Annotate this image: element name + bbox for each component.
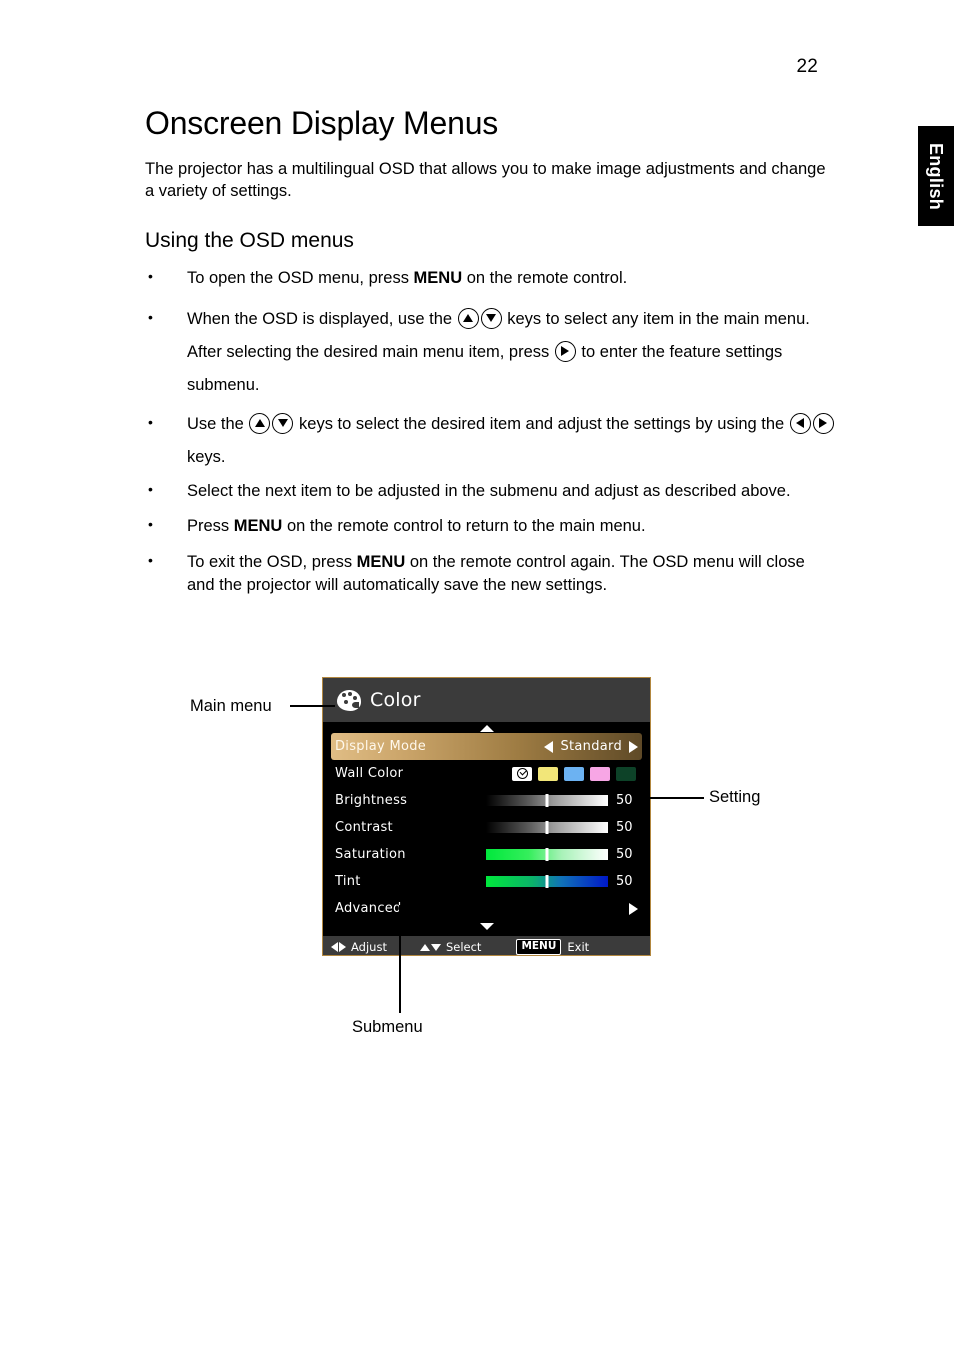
saturation-value: 50 [616,847,633,862]
menu-keyword: MENU [413,268,463,287]
osd-row-label: Display Mode [335,739,427,754]
bullet-text: To exit the OSD, press [187,553,357,572]
wall-color-yellow-swatch[interactable] [538,766,558,781]
osd-row-tint[interactable]: Tint 50 [331,868,642,895]
arrow-up-key-icon [249,412,271,434]
saturation-slider[interactable] [486,848,608,861]
osd-row-value: Standard [560,739,622,754]
instruction-list: To open the OSD menu, press MENU on the … [145,267,835,597]
page-title: Onscreen Display Menus [145,105,499,141]
enter-submenu-arrow-icon[interactable] [629,902,638,915]
osd-row-brightness[interactable]: Brightness 50 [331,787,642,814]
arrow-left-key-icon [789,412,811,434]
osd-row-label: Contrast [335,820,393,835]
list-item: Use the keys to select the desired item … [145,408,835,474]
arrow-right-key-icon [812,412,834,434]
list-item: When the OSD is displayed, use the keys … [145,303,835,402]
list-item: To open the OSD menu, press MENU on the … [145,267,835,290]
section-heading: Using the OSD menus [145,228,354,252]
callout-main-menu-leader [290,705,335,707]
footer-select-label: Select [445,940,482,954]
osd-row-label: Tint [335,874,361,889]
contrast-slider[interactable] [486,821,608,834]
menu-key-badge: MENU [516,939,562,955]
bullet-text: on the remote control to return to the m… [282,517,646,536]
callout-submenu-leader [399,905,401,1013]
increase-arrow-icon[interactable] [629,740,638,753]
up-down-arrows-icon [419,943,441,951]
article-content: Onscreen Display Menus The projector has… [145,105,835,610]
osd-menu-screenshot: Color Display Mode Standard Wall Color B… [322,677,651,956]
osd-row-label: Brightness [335,793,408,808]
wall-color-dark-green-swatch[interactable] [616,766,636,781]
bullet-text: To open the OSD menu, press [187,268,414,287]
osd-row-advanced[interactable]: Advanced [331,895,642,922]
wall-color-swatches [512,766,638,781]
footer-exit-label: Exit [567,939,590,954]
wall-color-pink-swatch[interactable] [590,766,610,781]
tint-value: 50 [616,874,633,889]
bullet-text: Use the [187,414,249,433]
bullet-text: When the OSD is displayed, use the [187,309,457,328]
callout-submenu-label: Submenu [352,1018,423,1036]
arrow-right-key-icon [554,340,576,362]
menu-keyword: MENU [233,517,283,536]
scroll-down-arrow-icon[interactable] [479,923,494,930]
osd-row-label: Wall Color [335,766,404,781]
contrast-value: 50 [616,820,633,835]
callout-setting-label: Setting [709,788,761,806]
osd-row-wall-color[interactable]: Wall Color [331,760,642,787]
arrow-up-key-icon [457,307,479,329]
bullet-text: keys to select the desired item and adju… [294,414,789,433]
left-right-arrows-icon [331,942,346,952]
osd-header-title: Color [370,689,421,711]
arrow-down-key-icon [272,412,294,434]
osd-row-saturation[interactable]: Saturation 50 [331,841,642,868]
osd-row-label: Saturation [335,847,406,862]
osd-body: Display Mode Standard Wall Color Brightn… [323,725,650,936]
osd-row-label: Advanced [335,901,402,916]
page-number: 22 [796,56,818,77]
osd-row-contrast[interactable]: Contrast 50 [331,814,642,841]
bullet-text: on the remote control. [462,268,628,287]
language-tab-label: English [926,142,947,210]
osd-row-display-mode[interactable]: Display Mode Standard [331,733,642,760]
menu-keyword: MENU [356,553,406,572]
intro-paragraph: The projector has a multilingual OSD tha… [145,160,826,201]
footer-adjust-label: Adjust [351,940,387,954]
language-tab: English [918,126,954,226]
palette-icon [337,689,361,711]
tint-slider[interactable] [486,875,608,888]
callout-main-menu-label: Main menu [190,697,272,715]
arrow-down-key-icon [480,307,502,329]
footer-adjust-hint: Adjust [331,940,387,954]
list-item: To exit the OSD, press MENU on the remot… [145,551,835,597]
list-item: Press MENU on the remote control to retu… [145,515,835,538]
osd-footer: Adjust Select MENU Exit [323,936,650,955]
scroll-up-arrow-icon[interactable] [479,725,494,732]
decrease-arrow-icon[interactable] [544,740,554,753]
brightness-value: 50 [616,793,633,808]
footer-exit-hint: MENU Exit [516,939,589,955]
osd-header: Color [323,678,650,722]
wall-color-off-checked-swatch[interactable] [512,766,532,781]
wall-color-blue-swatch[interactable] [564,766,584,781]
footer-select-hint: Select [419,940,482,954]
bullet-text: keys. [187,447,226,466]
list-item: Select the next item to be adjusted in t… [145,480,835,503]
brightness-slider[interactable] [486,794,608,807]
bullet-text: Press [187,517,234,536]
bullet-text: Select the next item to be adjusted in t… [187,481,791,500]
callout-setting-leader [634,797,704,799]
